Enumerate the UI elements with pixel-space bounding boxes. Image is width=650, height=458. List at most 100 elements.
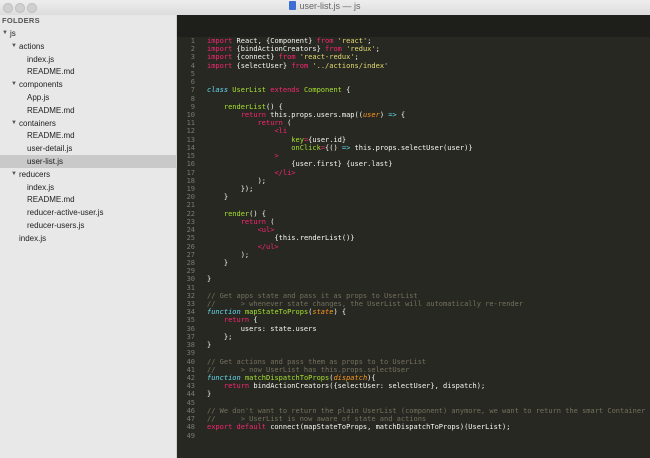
file-item[interactable]: README.md (0, 193, 176, 206)
code-line[interactable]: 45 (177, 399, 650, 407)
code-line[interactable]: 8 (177, 95, 650, 103)
file-item[interactable]: index.js (0, 232, 176, 245)
line-number: 17 (186, 168, 195, 177)
line-number: 40 (186, 357, 195, 366)
folder-item[interactable]: ▼ components (0, 78, 176, 91)
tree-item-label: index.js (27, 54, 55, 64)
code-line[interactable]: 42 function matchDispatchToProps(dispatch… (177, 374, 650, 382)
folder-item[interactable]: ▼ containers (0, 117, 176, 130)
code-text: users: state.users (207, 325, 317, 333)
code-line[interactable]: 49 (177, 432, 650, 440)
code-token: return (240, 217, 271, 226)
code-line[interactable]: 33 // > whenever state changes, the UserL… (177, 300, 650, 308)
code-line[interactable]: 16 {user.first} {user.last} (177, 160, 650, 168)
code-line[interactable]: 46 // We don't want to return the plain U… (177, 407, 650, 415)
code-line[interactable]: 23 return ( (177, 218, 650, 226)
disclosure-triangle-icon[interactable]: ▼ (11, 168, 17, 181)
file-item[interactable]: user-list.js (0, 155, 176, 168)
code-line[interactable]: 35 return { (177, 316, 650, 324)
file-item[interactable]: user-detail.js (0, 142, 176, 155)
folder-item[interactable]: ▼ reducers (0, 168, 176, 181)
file-item[interactable]: App.js (0, 91, 176, 104)
code-line[interactable]: 19 }); (177, 185, 650, 193)
file-item[interactable]: README.md (0, 104, 176, 117)
disclosure-triangle-icon[interactable]: ▼ (11, 40, 17, 53)
code-line[interactable]: 24 <ul> (177, 226, 650, 234)
code-line[interactable]: 18 ); (177, 177, 650, 185)
code-line[interactable]: 17 </li> (177, 169, 650, 177)
code-line[interactable]: 20 } (177, 193, 650, 201)
code-line[interactable]: 39 (177, 349, 650, 357)
code-line[interactable]: 7 class UserList extends Component { (177, 86, 650, 94)
code-line[interactable]: 41 // > now UserList has this.props.selec… (177, 366, 650, 374)
line-number: 36 (186, 324, 195, 333)
line-number: 44 (186, 390, 195, 399)
tree-item-label: index.js (19, 233, 47, 243)
code-line[interactable]: 26 </ul> (177, 243, 650, 251)
code-text: function mapStateToProps(state) { (207, 308, 346, 316)
code-line[interactable]: 10 return this.props.users.map((user) =>… (177, 111, 650, 119)
code-line[interactable]: 4 import {selectUser} from '../actions/in… (177, 62, 650, 70)
code-line[interactable]: 36 users: state.users (177, 325, 650, 333)
file-item[interactable]: reducer-active-user.js (0, 206, 176, 219)
code-line[interactable]: 29 (177, 267, 650, 275)
code-text: > (207, 152, 278, 160)
code-text: {this.renderList()} (207, 234, 354, 242)
code-editor[interactable]: 1 import React, {Component} from 'react';… (177, 15, 650, 458)
code-line[interactable]: 5 (177, 70, 650, 78)
code-token: renderList (223, 102, 267, 111)
code-text: function matchDispatchToProps(dispatch){ (207, 374, 376, 382)
code-line[interactable]: 32 // Get apps state and pass it as props… (177, 292, 650, 300)
code-line[interactable]: 1 import React, {Component} from 'react'; (177, 37, 650, 45)
code-token: ; (367, 37, 372, 45)
disclosure-triangle-icon[interactable]: ▼ (11, 78, 17, 91)
code-line[interactable]: 14 onClick={() => this.props.selectUser(… (177, 144, 650, 152)
code-line[interactable]: 25 {this.renderList()} (177, 234, 650, 242)
code-line[interactable]: 37 }; (177, 333, 650, 341)
code-line[interactable]: 27 ); (177, 251, 650, 259)
code-token: 'react-redux' (299, 53, 355, 62)
code-line[interactable]: 34 function mapStateToProps(state) { (177, 308, 650, 316)
code-token: onClick (291, 143, 321, 152)
disclosure-triangle-icon[interactable]: ▼ (11, 117, 17, 130)
code-token: state (312, 308, 334, 317)
code-line[interactable]: 43 return bindActionCreators({selectUser… (177, 382, 650, 390)
line-number: 29 (186, 267, 195, 276)
disclosure-triangle-icon[interactable]: ▼ (2, 27, 8, 40)
code-line[interactable]: 48 export default connect(mapStateToProps… (177, 423, 650, 431)
code-line[interactable]: 21 (177, 201, 650, 209)
folder-item[interactable]: ▼ js (0, 27, 176, 40)
code-line[interactable]: 30} (177, 275, 650, 283)
folder-item[interactable]: ▼ actions (0, 40, 176, 53)
code-line[interactable]: 12 <li (177, 127, 650, 135)
code-line[interactable]: 13 key={user.id} (177, 136, 650, 144)
line-number: 12 (186, 127, 195, 136)
line-number: 35 (186, 316, 195, 325)
line-number: 4 (190, 61, 195, 70)
file-item[interactable]: index.js (0, 181, 176, 194)
code-line[interactable]: 47 // > UserList is now aware of state an… (177, 415, 650, 423)
code-token: from (325, 45, 347, 54)
code-line[interactable]: 44} (177, 390, 650, 398)
file-item[interactable]: README.md (0, 65, 176, 78)
tree-item-label: reducers (19, 169, 51, 179)
code-token: return (223, 316, 254, 325)
file-item[interactable]: index.js (0, 53, 176, 66)
code-line[interactable]: 15 > (177, 152, 650, 160)
file-item[interactable]: README.md (0, 129, 176, 142)
code-token: import (207, 37, 237, 45)
code-line[interactable]: 38} (177, 341, 650, 349)
code-text: return ( (207, 217, 275, 226)
code-line[interactable]: 28 } (177, 259, 650, 267)
code-line[interactable]: 11 return ( (177, 119, 650, 127)
code-line[interactable]: 22 render() { (177, 210, 650, 218)
code-line[interactable]: 31 (177, 284, 650, 292)
code-token: ) (379, 110, 389, 119)
code-line[interactable]: 40 // Get actions and pass them as props … (177, 358, 650, 366)
code-line[interactable]: 2 import {bindActionCreators} from 'redux… (177, 45, 650, 53)
file-item[interactable]: reducer-users.js (0, 219, 176, 232)
code-line[interactable]: 6 (177, 78, 650, 86)
code-line[interactable]: 3 import {connect} from 'react-redux'; (177, 53, 650, 61)
code-line[interactable]: 9 renderList() { (177, 103, 650, 111)
